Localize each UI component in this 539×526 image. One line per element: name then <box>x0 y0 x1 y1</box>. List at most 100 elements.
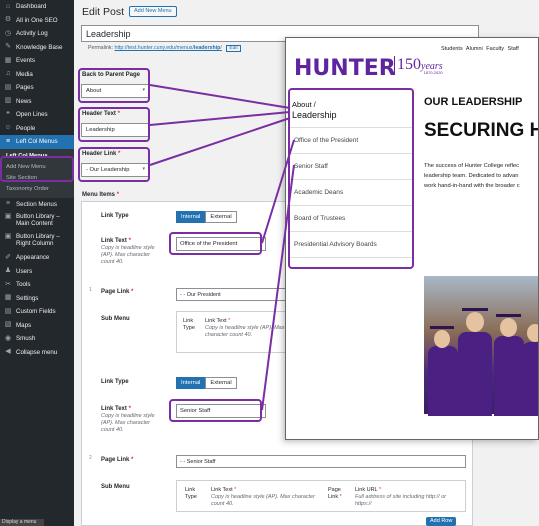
sidebar-item-knowledge-base[interactable]: ✎ Knowledge Base <box>0 41 74 55</box>
required-marker: * <box>131 457 134 463</box>
brush-icon: ✐ <box>5 253 11 261</box>
seo-icon: ⚙ <box>4 16 12 24</box>
sidebar-item-all-in-one-seo[interactable]: ⚙ All in One SEO <box>0 14 74 28</box>
150-years-logo: 150years 1870-2020 <box>394 56 443 75</box>
sidebar-item-users[interactable]: ♟ Users <box>0 265 74 279</box>
link-text-description: Copy is headline style (AP). Max charact… <box>101 245 155 265</box>
page-link-label-text: Page Link <box>101 289 130 295</box>
settings-icon: ▦ <box>4 294 12 302</box>
submenu-taxonomy-order[interactable]: Taxonomy Order <box>0 184 74 195</box>
map-icon: ▧ <box>4 321 12 329</box>
pages-icon: ▤ <box>4 83 12 91</box>
sidebar-item-people[interactable]: ☺ People <box>0 122 74 136</box>
sub-link-text-description: Copy is headline style (AP). Max charact… <box>211 494 315 507</box>
external-option[interactable]: External <box>205 211 237 223</box>
sub-link-text-header: Link Text * Copy is headline style (AP). … <box>205 318 295 339</box>
required-marker: * <box>228 318 231 324</box>
sidebar-item-dashboard[interactable]: ⌂ Dashboard <box>0 0 74 14</box>
sidebar-bottom-items: ≡ Section Menus ▣ Button Library – Main Con… <box>0 198 74 360</box>
graduation-photo <box>424 276 538 416</box>
preview-kicker: OUR LEADERSHIP <box>424 96 523 108</box>
sidebar-item-events[interactable]: ▦ Events <box>0 54 74 68</box>
sidebar-item-button-library-right-column[interactable]: ▣ Button Library – Right Column <box>0 231 74 251</box>
highlight-header-link <box>78 147 150 182</box>
sidebar-item-label: Left Col Menus <box>16 138 58 146</box>
sidebar-item-label: Settings <box>16 294 39 302</box>
calendar-icon: ▦ <box>4 56 12 64</box>
sidebar-item-custom-fields[interactable]: ▤ Custom Fields <box>0 305 74 319</box>
permalink-slug: leadership <box>193 45 221 51</box>
add-row-button[interactable]: Add Row <box>426 517 457 526</box>
sub-link-type-header: Link Type <box>183 318 195 331</box>
collapse-icon: ◀ <box>5 348 11 356</box>
graduate-face <box>527 324 538 342</box>
button-icon: ▣ <box>4 213 12 220</box>
internal-option[interactable]: Internal <box>176 377 206 389</box>
fields-icon: ▤ <box>4 307 12 315</box>
sidebar-item-label: Media <box>16 70 33 78</box>
sidebar-item-label: News <box>16 97 32 105</box>
graduate-gown <box>428 346 458 416</box>
sidebar-item-appearance[interactable]: ✐ Appearance <box>0 251 74 265</box>
required-marker: * <box>116 192 120 198</box>
sidebar-item-section-menus[interactable]: ≡ Section Menus <box>0 198 74 212</box>
sub-link-url-title: Link URL <box>355 487 378 493</box>
sidebar-item-smush[interactable]: ◉ Smush <box>0 332 74 346</box>
link-text-label-text: Link Text <box>101 238 127 244</box>
sidebar-item-maps[interactable]: ▧ Maps <box>0 319 74 333</box>
highlight-header-text <box>78 107 150 142</box>
preview-body-text: The success of Hunter College reflec lea… <box>424 161 538 191</box>
sidebar-item-left-col-menus[interactable]: ≡ Left Col Menus <box>0 135 74 149</box>
link-type-toggle[interactable]: Internal External <box>176 211 237 223</box>
graduation-icon: ✎ <box>5 43 11 51</box>
graduate-cap <box>430 326 454 329</box>
link-text-label-text: Link Text <box>101 406 127 412</box>
graduate-face <box>434 330 450 348</box>
sub-link-url-header: Link URL * Full address of site including… <box>355 487 455 508</box>
sidebar-item-open-lines[interactable]: ❝ Open Lines <box>0 108 74 122</box>
sidebar-item-label: People <box>16 124 36 132</box>
graduate-gown <box>458 332 492 416</box>
internal-option[interactable]: Internal <box>176 211 206 223</box>
sidebar-item-label: Collapse menu <box>16 348 58 356</box>
sidebar-item-pages[interactable]: ▤ Pages <box>0 81 74 95</box>
sidebar-item-label: Events <box>16 57 35 65</box>
sub-link-type-header: Link Type <box>185 487 197 500</box>
required-marker: * <box>128 406 131 412</box>
graduate-gown <box>494 336 524 416</box>
sidebar-item-news[interactable]: ▥ News <box>0 95 74 109</box>
sidebar-item-collapse-menu[interactable]: ◀ Collapse menu <box>0 346 74 360</box>
top-nav[interactable]: Students Alumni Faculty Staff <box>441 46 519 52</box>
sub-menu-label: Sub Menu <box>101 316 130 322</box>
logo-150-number: 150 <box>397 56 421 73</box>
display-menu-tooltip: Display a menu <box>0 519 44 526</box>
permalink-edit-button[interactable]: Edit <box>226 45 241 52</box>
wrench-icon: ✂ <box>5 280 11 288</box>
people-icon: ☺ <box>4 124 12 132</box>
button-icon: ▣ <box>4 233 12 240</box>
graduate-gown <box>522 342 538 416</box>
row-number: 1 <box>89 287 92 293</box>
highlight-link-text-2 <box>169 399 262 422</box>
sidebar-item-button-library-main-content[interactable]: ▣ Button Library – Main Content <box>0 211 74 231</box>
sidebar-item-label: Knowledge Base <box>16 43 63 51</box>
user-icon: ♟ <box>4 267 12 275</box>
link-type-toggle[interactable]: Internal External <box>176 377 237 389</box>
preview-body-line: The success of Hunter College reflec <box>424 163 520 169</box>
admin-sidebar: ⌂ Dashboard ⚙ All in One SEO ◷ Activity Log ✎ K… <box>0 0 74 526</box>
sidebar-item-label: Open Lines <box>16 111 48 119</box>
sub-link-url-description: Full address of site including http:// o… <box>355 494 447 507</box>
sidebar-item-settings[interactable]: ▦ Settings <box>0 292 74 306</box>
required-marker: * <box>378 487 382 493</box>
sidebar-item-activity-log[interactable]: ◷ Activity Log <box>0 27 74 41</box>
add-new-menu-button[interactable]: Add New Menu <box>129 6 177 17</box>
page-link-label: Page Link * <box>101 457 133 463</box>
external-option[interactable]: External <box>205 377 237 389</box>
link-text-description: Copy is headline style (AP). Max charact… <box>101 413 155 433</box>
page-link-label-text: Page Link <box>101 457 130 463</box>
sidebar-item-media[interactable]: ♫ Media <box>0 68 74 82</box>
permalink-url[interactable]: http://test.hunter.cuny.edu/menus/leader… <box>115 45 222 51</box>
preview-body-line: leadership team. Dedicated to advan <box>424 173 519 179</box>
page-link-select[interactable]: - - Senior Staff <box>176 455 466 468</box>
sidebar-item-tools[interactable]: ✂ Tools <box>0 278 74 292</box>
